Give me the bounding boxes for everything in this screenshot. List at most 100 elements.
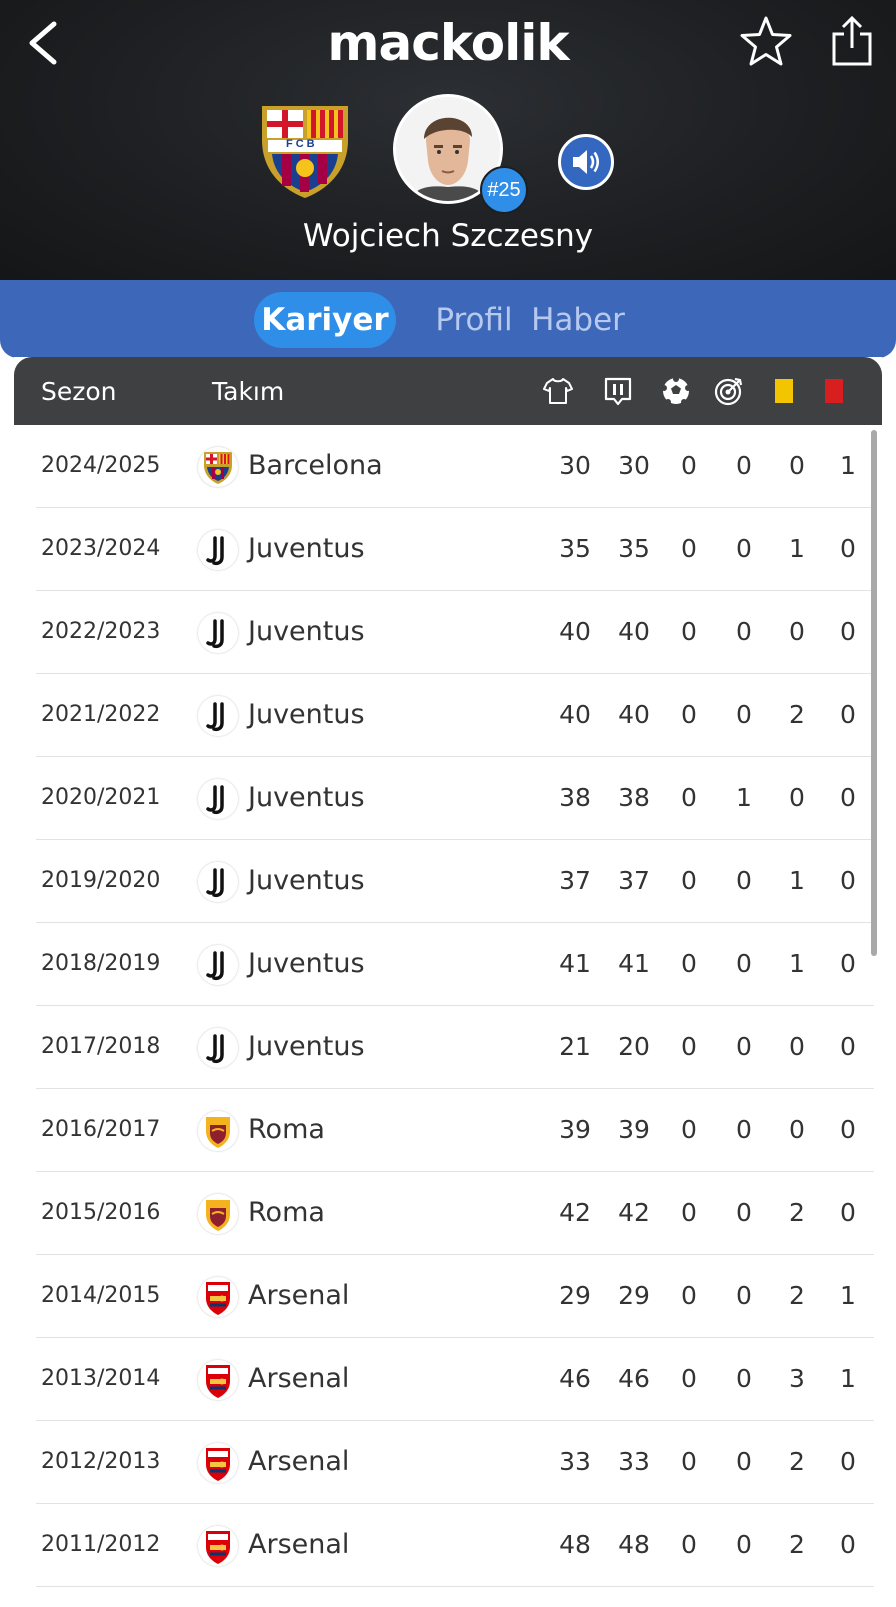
team-name[interactable]: Juventus <box>248 699 365 730</box>
starts-value: 20 <box>618 1032 650 1061</box>
season-label: 2017/2018 <box>41 1034 161 1059</box>
red-cards-value: 0 <box>840 700 856 729</box>
goals-value: 0 <box>681 1032 697 1061</box>
red-cards-value: 0 <box>840 534 856 563</box>
red-cards-value: 0 <box>840 1447 856 1476</box>
yellow-cards-value: 1 <box>789 866 805 895</box>
sound-button[interactable] <box>558 134 614 190</box>
assists-value: 0 <box>736 949 752 978</box>
season-label: 2014/2015 <box>41 1283 161 1308</box>
team-name[interactable]: Barcelona <box>248 450 383 481</box>
team-name[interactable]: Juventus <box>248 533 365 564</box>
goals-value: 0 <box>681 1364 697 1393</box>
yellow-cards-value: 2 <box>789 1198 805 1227</box>
roma-logo-icon <box>198 1194 238 1234</box>
team-name[interactable]: Arsenal <box>248 1529 349 1560</box>
jersey-icon <box>543 378 573 404</box>
team-name[interactable]: Juventus <box>248 616 365 647</box>
red-cards-value: 0 <box>840 1198 856 1227</box>
table-row[interactable]: 2014/2015 Arsenal 29 29 0 0 2 1 <box>36 1255 874 1338</box>
player-name: Wojciech Szczesny <box>302 218 594 254</box>
season-label: 2020/2021 <box>41 785 161 810</box>
table-row[interactable]: 2019/2020 Juventus 37 37 0 0 1 0 <box>36 840 874 923</box>
season-label: 2016/2017 <box>41 1117 161 1142</box>
table-row[interactable]: 2022/2023 Juventus 40 40 0 0 0 0 <box>36 591 874 674</box>
appearances-value: 46 <box>559 1364 591 1393</box>
red-cards-value: 0 <box>840 1530 856 1559</box>
team-name[interactable]: Arsenal <box>248 1280 349 1311</box>
table-row[interactable]: 2017/2018 Juventus 21 20 0 0 0 0 <box>36 1006 874 1089</box>
goals-value: 0 <box>681 1447 697 1476</box>
yellow-cards-value: 0 <box>789 783 805 812</box>
starts-value: 42 <box>618 1198 650 1227</box>
share-button[interactable] <box>826 14 878 70</box>
red-cards-value: 0 <box>840 1032 856 1061</box>
team-name[interactable]: Arsenal <box>248 1446 349 1477</box>
red-card-icon <box>825 379 843 403</box>
favorite-button[interactable] <box>738 14 794 70</box>
table-row[interactable]: 2011/2012 Arsenal 48 48 0 0 2 0 <box>36 1504 874 1587</box>
season-label: 2012/2013 <box>41 1449 161 1474</box>
red-cards-value: 0 <box>840 866 856 895</box>
table-row[interactable]: 2013/2014 Arsenal 46 46 0 0 3 1 <box>36 1338 874 1421</box>
season-label: 2018/2019 <box>41 951 161 976</box>
assists-value: 0 <box>736 534 752 563</box>
starts-value: 40 <box>618 617 650 646</box>
starting-eleven-icon <box>604 377 632 406</box>
roma-logo-icon <box>198 1111 238 1151</box>
table-row[interactable]: 2015/2016 Roma 42 42 0 0 2 0 <box>36 1172 874 1255</box>
goals-value: 0 <box>681 783 697 812</box>
team-name[interactable]: Arsenal <box>248 1363 349 1394</box>
table-row[interactable]: 2024/2025 Barcelona 30 30 0 0 0 1 <box>36 425 874 508</box>
appearances-value: 48 <box>559 1530 591 1559</box>
arsenal-logo-icon <box>198 1443 238 1483</box>
season-label: 2023/2024 <box>41 536 161 561</box>
assists-value: 0 <box>736 1032 752 1061</box>
table-row[interactable]: 2023/2024 Juventus 35 35 0 0 1 0 <box>36 508 874 591</box>
juventus-logo-icon <box>198 613 238 653</box>
juventus-logo-icon <box>198 1028 238 1068</box>
appearances-value: 37 <box>559 866 591 895</box>
table-row[interactable]: 2012/2013 Arsenal 33 33 0 0 2 0 <box>36 1421 874 1504</box>
scrollbar[interactable] <box>871 430 877 956</box>
yellow-cards-value: 2 <box>789 700 805 729</box>
season-label: 2013/2014 <box>41 1366 161 1391</box>
target-icon <box>714 377 743 406</box>
speaker-icon <box>573 150 599 174</box>
table-row[interactable]: 2016/2017 Roma 39 39 0 0 0 0 <box>36 1089 874 1172</box>
season-label: 2022/2023 <box>41 619 161 644</box>
assists-value: 0 <box>736 1447 752 1476</box>
team-name[interactable]: Juventus <box>248 1031 365 1062</box>
tab-haber[interactable]: Haber <box>528 292 628 348</box>
table-row[interactable]: 2021/2022 Juventus 40 40 0 0 2 0 <box>36 674 874 757</box>
table-row[interactable]: 2020/2021 Juventus 38 38 0 1 0 0 <box>36 757 874 840</box>
starts-value: 41 <box>618 949 650 978</box>
team-name[interactable]: Juventus <box>248 948 365 979</box>
team-name[interactable]: Roma <box>248 1114 325 1145</box>
assists-value: 0 <box>736 1115 752 1144</box>
appearances-value: 41 <box>559 949 591 978</box>
team-name[interactable]: Juventus <box>248 865 365 896</box>
juventus-logo-icon <box>198 696 238 736</box>
red-cards-value: 1 <box>840 1281 856 1310</box>
team-name[interactable]: Roma <box>248 1197 325 1228</box>
goals-value: 0 <box>681 866 697 895</box>
assists-value: 1 <box>736 783 752 812</box>
team-name[interactable]: Juventus <box>248 782 365 813</box>
juventus-logo-icon <box>198 945 238 985</box>
appearances-value: 38 <box>559 783 591 812</box>
season-label: 2015/2016 <box>41 1200 161 1225</box>
yellow-card-icon <box>775 379 793 403</box>
club-crest[interactable]: FCB <box>256 100 354 200</box>
assists-value: 0 <box>736 1364 752 1393</box>
starts-value: 30 <box>618 451 650 480</box>
tab-profil[interactable]: Profil <box>410 292 538 348</box>
red-cards-value: 1 <box>840 1364 856 1393</box>
table-row[interactable]: 2018/2019 Juventus 41 41 0 0 1 0 <box>36 923 874 1006</box>
yellow-cards-value: 2 <box>789 1530 805 1559</box>
assists-value: 0 <box>736 866 752 895</box>
goals-value: 0 <box>681 1198 697 1227</box>
tab-kariyer[interactable]: Kariyer <box>254 292 396 348</box>
starts-value: 37 <box>618 866 650 895</box>
starts-value: 48 <box>618 1530 650 1559</box>
